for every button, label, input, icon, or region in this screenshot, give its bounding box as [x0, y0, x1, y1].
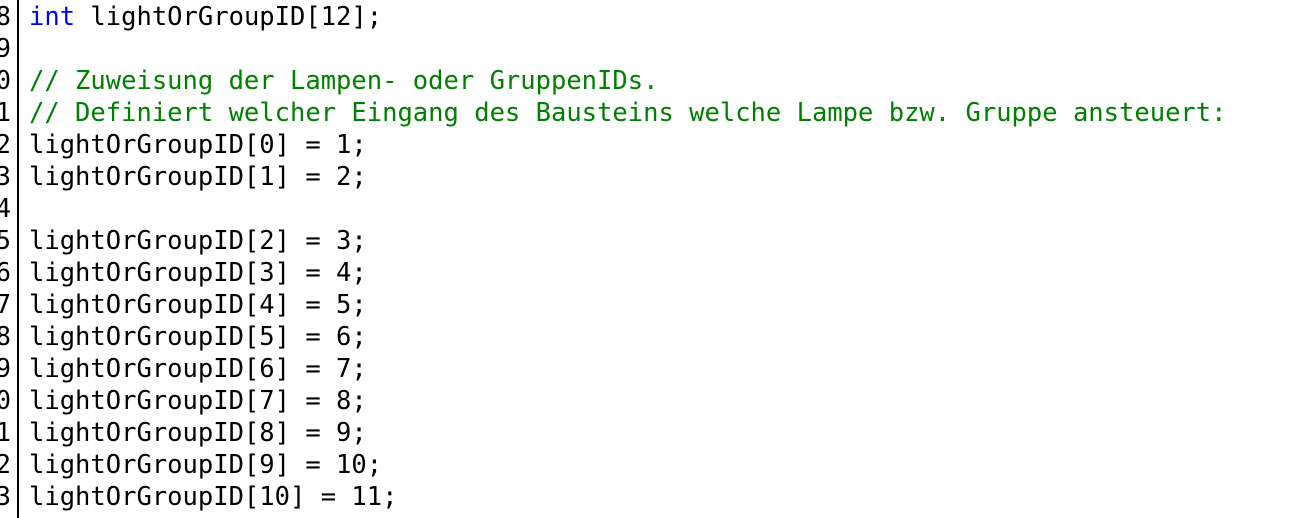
code-text: lightOrGroupID[6] = 7; [29, 353, 367, 385]
line-number: 7 [0, 290, 11, 320]
line-number: 8 [0, 2, 11, 32]
code-text: lightOrGroupID[2] = 3; [29, 225, 367, 257]
code-text: lightOrGroupID[9] = 10; [29, 449, 382, 481]
line-number: 2 [0, 130, 11, 160]
code-line[interactable]: 8 lightOrGroupID[5] = 6; [0, 321, 1300, 353]
line-number: 0 [0, 66, 11, 96]
line-number: 1 [0, 98, 11, 128]
line-number: 3 [0, 162, 11, 192]
code-token: lightOrGroupID[8] = 9; [29, 418, 367, 448]
code-line[interactable]: 9 [0, 33, 1300, 65]
code-text: lightOrGroupID[8] = 9; [29, 417, 367, 449]
code-line[interactable]: 1 lightOrGroupID[8] = 9; [0, 417, 1300, 449]
code-text: lightOrGroupID[1] = 2; [29, 161, 367, 193]
code-text: // Definiert welcher Eingang des Baustei… [29, 97, 1226, 129]
line-number: 8 [0, 322, 11, 352]
code-text: int lightOrGroupID[12]; [29, 1, 382, 33]
line-number: 1 [0, 418, 11, 448]
code-editor[interactable]: 8 int lightOrGroupID[12]; 9 0// Zuweisung d… [0, 0, 1300, 518]
code-token: lightOrGroupID[1] = 2; [29, 162, 367, 192]
code-token: lightOrGroupID[0] = 1; [29, 130, 367, 160]
code-line[interactable]: 8 int lightOrGroupID[12]; [0, 1, 1300, 33]
line-number: 4 [0, 194, 11, 224]
code-line[interactable]: 1 // Definiert welcher Eingang des Bauste… [0, 97, 1300, 129]
comment: // Definiert welcher Eingang des Baustei… [29, 98, 1227, 128]
code-token: lightOrGroupID[6] = 7; [29, 354, 367, 384]
code-token: lightOrGroupID[12]; [75, 2, 383, 32]
code-line[interactable]: 6 lightOrGroupID[3] = 4; [0, 257, 1300, 289]
code-line[interactable]: 0 lightOrGroupID[7] = 8; [0, 385, 1300, 417]
line-number: 0 [0, 386, 11, 416]
code-line[interactable]: 2 lightOrGroupID[9] = 10; [0, 449, 1300, 481]
line-number: 9 [0, 354, 11, 384]
line-number: 2 [0, 450, 11, 480]
code-token: lightOrGroupID[4] = 5; [29, 290, 367, 320]
code-token: lightOrGroupID[7] = 8; [29, 386, 367, 416]
code-line[interactable]: 2 lightOrGroupID[0] = 1; [0, 129, 1300, 161]
line-number: 5 [0, 226, 11, 256]
code-text: lightOrGroupID[4] = 5; [29, 289, 367, 321]
code-token: lightOrGroupID[5] = 6; [29, 322, 367, 352]
code-token: lightOrGroupID[3] = 4; [29, 258, 367, 288]
keyword: int [29, 2, 76, 32]
code-line[interactable]: 7 lightOrGroupID[4] = 5; [0, 289, 1300, 321]
line-number: 9 [0, 34, 11, 64]
comment: // Zuweisung der Lampen- oder GruppenIDs… [29, 66, 659, 96]
code-token: lightOrGroupID[2] = 3; [29, 226, 367, 256]
code-text: lightOrGroupID[5] = 6; [29, 321, 367, 353]
code-text: lightOrGroupID[10] = 11; [29, 481, 397, 513]
code-token: lightOrGroupID[9] = 10; [29, 450, 383, 480]
code-text: lightOrGroupID[0] = 1; [29, 129, 367, 161]
line-number: 3 [0, 482, 11, 512]
code-line[interactable]: 0 // Zuweisung der Lampen- oder GruppenID… [0, 65, 1300, 97]
code-line[interactable]: 3 lightOrGroupID[1] = 2; [0, 161, 1300, 193]
code-line[interactable]: 9 lightOrGroupID[6] = 7; [0, 353, 1300, 385]
code-text: // Zuweisung der Lampen- oder GruppenIDs… [29, 65, 658, 97]
line-number: 6 [0, 258, 11, 288]
code-text: lightOrGroupID[7] = 8; [29, 385, 367, 417]
code-line[interactable]: 5 lightOrGroupID[2] = 3; [0, 225, 1300, 257]
code-text: lightOrGroupID[3] = 4; [29, 257, 367, 289]
code-token: lightOrGroupID[10] = 11; [29, 482, 398, 512]
code-line[interactable]: 3 lightOrGroupID[10] = 11; [0, 481, 1300, 513]
code-line[interactable]: 4 [0, 193, 1300, 225]
